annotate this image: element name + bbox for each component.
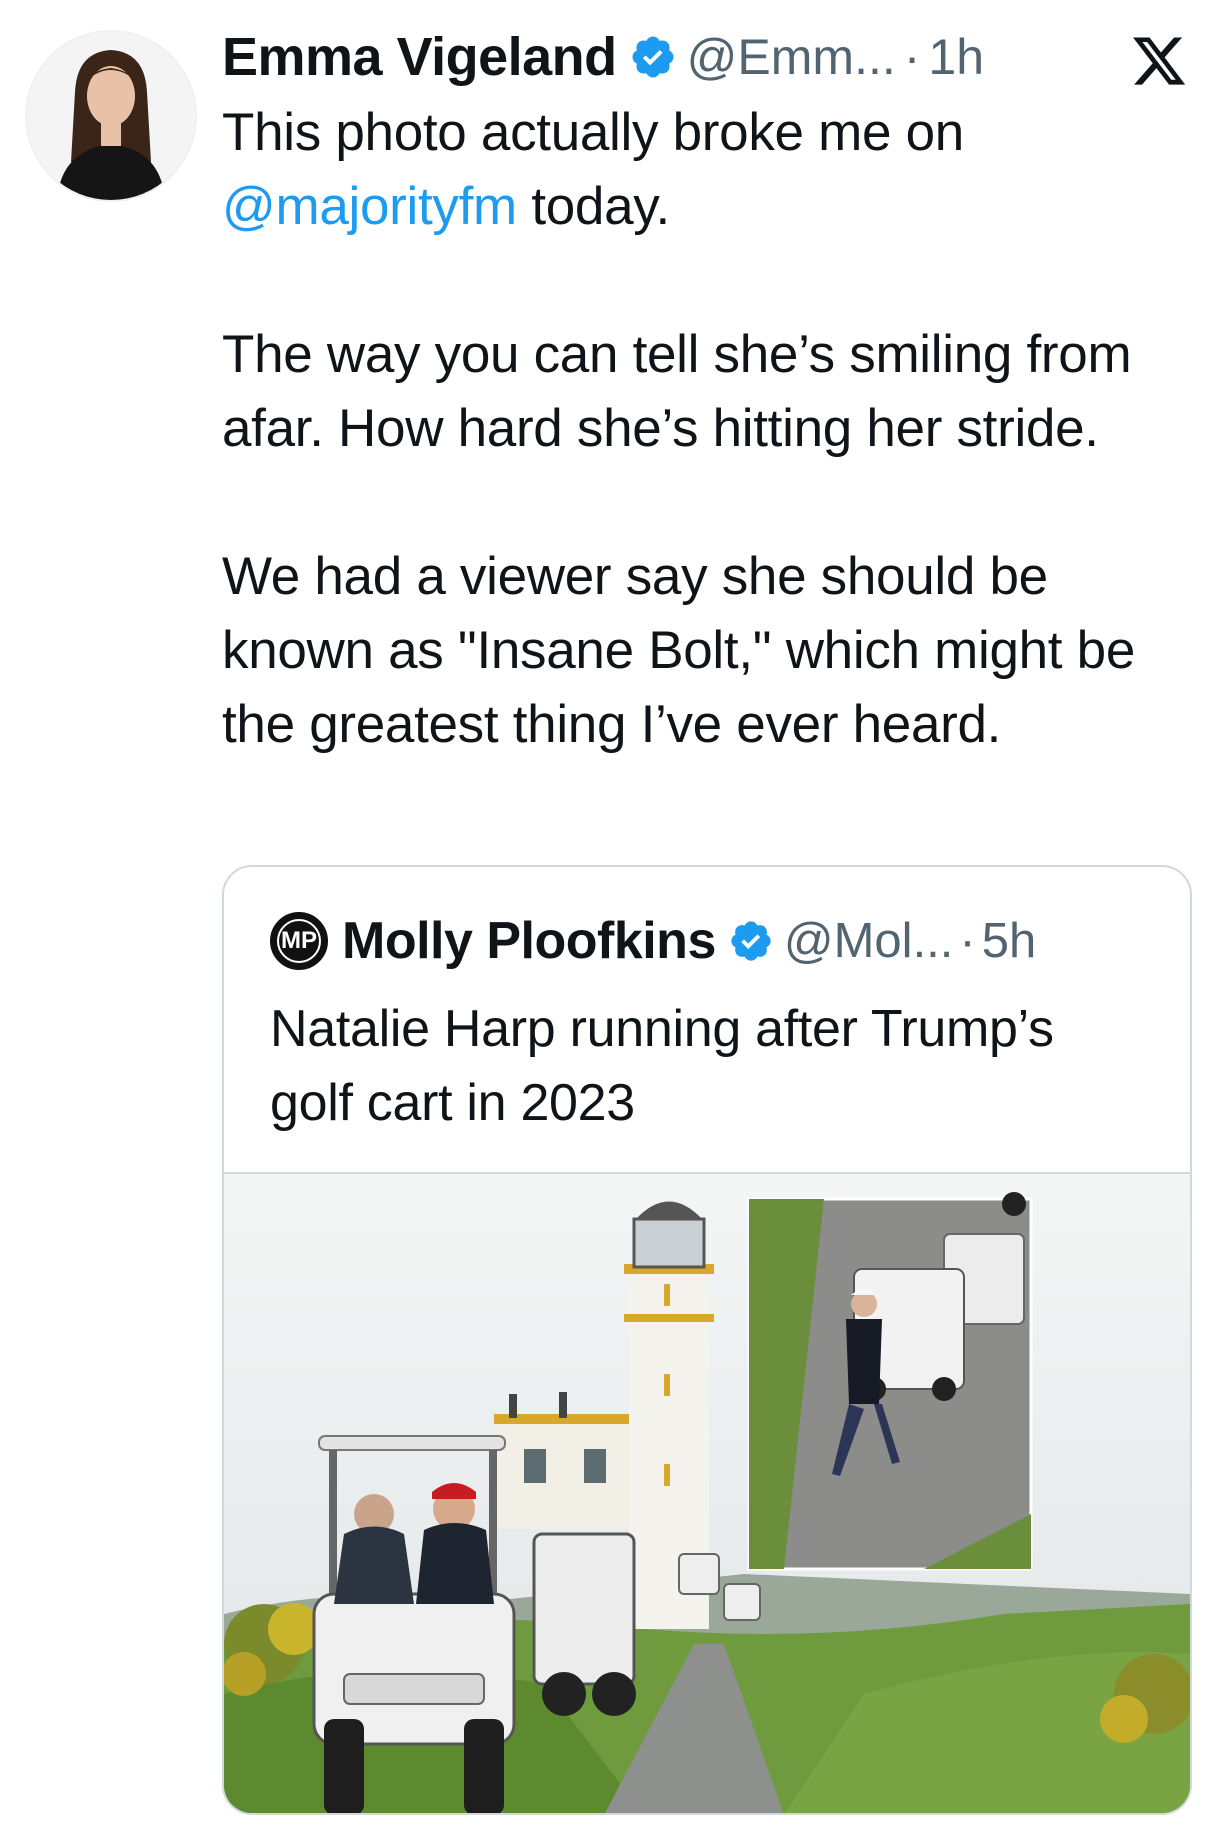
author-name[interactable]: Emma Vigeland: [222, 26, 617, 88]
quoted-author-handle[interactable]: @Mol...: [784, 913, 954, 969]
tweet-text: This photo actually broke me on @majority…: [222, 96, 1182, 762]
verified-badge-icon: [731, 921, 771, 961]
tweet-header: Emma Vigeland @Emm... · 1h: [222, 22, 984, 92]
paragraph-2: The way you can tell she’s smiling from …: [222, 325, 1132, 458]
quoted-author-name[interactable]: Molly Ploofkins: [342, 911, 716, 971]
paragraph-1: This photo actually broke me on @majority…: [222, 96, 1182, 244]
mention-link[interactable]: @majorityfm: [222, 177, 517, 236]
quoted-header-separator: ·: [959, 914, 976, 968]
quoted-media[interactable]: [224, 1172, 1190, 1813]
quoted-timestamp[interactable]: 5h: [982, 913, 1037, 969]
paragraph-1-suffix: today.: [516, 177, 670, 236]
quoted-tweet-header: MP Molly Ploofkins @Mol... · 5h: [270, 909, 1036, 973]
header-separator: ·: [903, 29, 921, 85]
tweet-card[interactable]: Emma Vigeland @Emm... · 1h This photo ac…: [0, 0, 1206, 1828]
quoted-author-avatar[interactable]: MP: [270, 912, 328, 970]
quoted-tweet[interactable]: MP Molly Ploofkins @Mol... · 5h Natalie …: [222, 865, 1192, 1815]
tweet-timestamp[interactable]: 1h: [928, 28, 984, 86]
x-logo-icon[interactable]: [1130, 32, 1188, 90]
golf-cart-lighthouse-photo-icon: [224, 1174, 1190, 1813]
paragraph-3: We had a viewer say she should be known …: [222, 547, 1135, 754]
avatar-photo-icon: [27, 32, 195, 200]
author-avatar[interactable]: [27, 32, 195, 200]
quoted-tweet-text: Natalie Harp running after Trump’s golf …: [270, 1000, 1054, 1132]
author-handle[interactable]: @Emm...: [687, 28, 896, 86]
verified-badge-icon: [632, 36, 674, 78]
paragraph-1-text: This photo actually broke me on: [222, 103, 964, 162]
